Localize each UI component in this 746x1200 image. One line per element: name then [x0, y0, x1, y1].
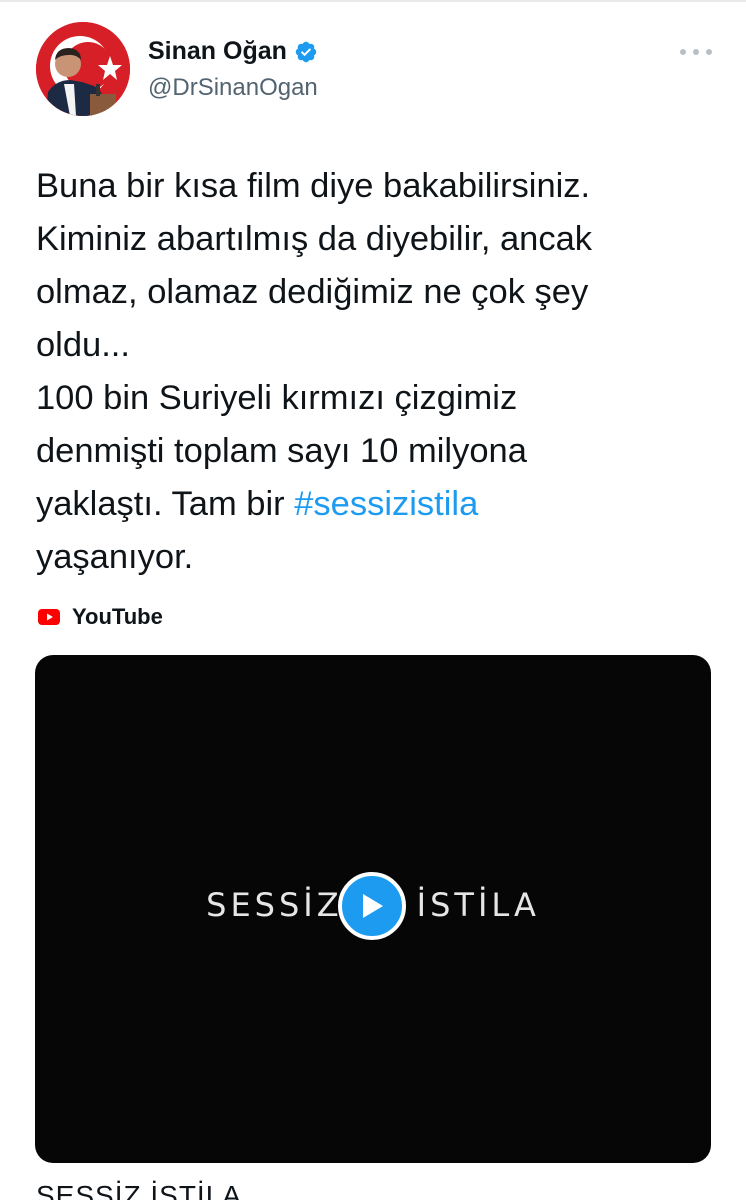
tweet-line: denmişti toplam sayı 10 milyona: [36, 432, 527, 470]
tweet-line: Buna bir kısa film diye bakabilirsiniz.: [36, 167, 591, 205]
youtube-logo-icon: [38, 609, 60, 625]
more-button[interactable]: [676, 40, 716, 64]
play-icon: [363, 894, 383, 918]
author-name[interactable]: Sinan Oğan: [148, 37, 318, 66]
hashtag-link[interactable]: #sessizistila: [294, 485, 478, 523]
author-name-text: Sinan Oğan: [148, 37, 287, 65]
author-handle[interactable]: @DrSinanOgan: [148, 74, 318, 102]
avatar[interactable]: [36, 22, 130, 116]
card-source-label: YouTube: [72, 604, 163, 629]
tweet-line: olmaz, olamaz dediğimiz ne çok şey: [36, 273, 589, 311]
tweet-line: 100 bin Suriyeli kırmızı çizgimiz: [36, 379, 518, 417]
card-source: YouTube: [38, 604, 163, 630]
play-button[interactable]: [338, 872, 406, 940]
card-title[interactable]: SESSİZ İSTİLA: [36, 1180, 242, 1200]
tweet-line: Kiminiz abartılmış da diyebilir, ancak: [36, 220, 593, 258]
tweet-page: Sinan Oğan @DrSinanOgan Buna bir kısa fi…: [0, 0, 746, 1200]
tweet-line-text: yaklaştı. Tam bir: [36, 485, 295, 523]
tweet-line: yaklaştı. Tam bir #sessizistila: [36, 478, 716, 531]
tweet-line: oldu...: [36, 326, 130, 364]
more-horizontal-icon: [680, 49, 712, 55]
tweet-line: yaşanıyor.: [36, 538, 194, 576]
tweet-text: Buna bir kısa film diye bakabilirsiniz. …: [36, 160, 716, 584]
divider: [0, 0, 746, 2]
verified-badge-icon: [295, 41, 317, 62]
